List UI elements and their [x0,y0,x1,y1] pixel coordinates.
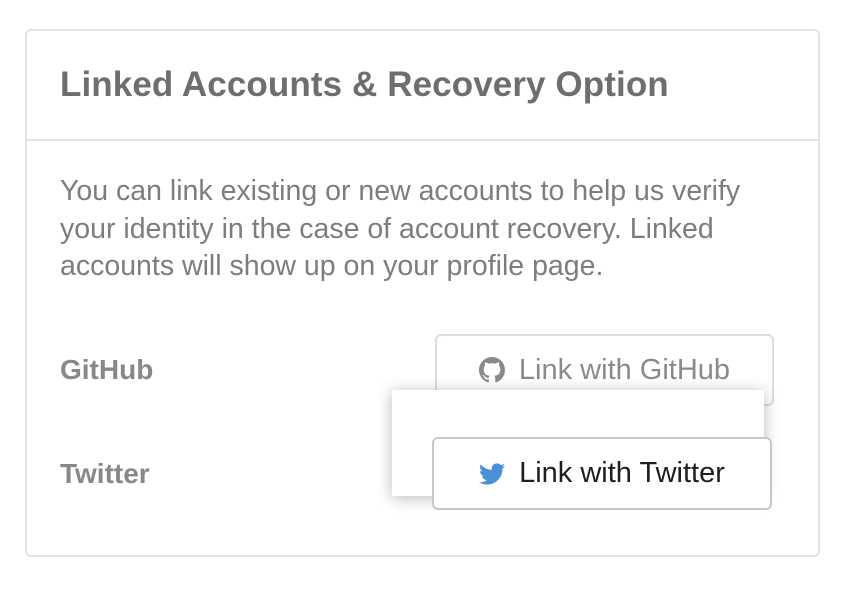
link-github-label: Link with GitHub [518,353,731,386]
card-description: You can link existing or new accounts to… [60,175,741,282]
link-twitter-label: Link with Twitter [519,457,725,489]
card-title: Linked Accounts & Recovery Option [60,65,669,104]
twitter-label: Twitter [60,458,150,489]
card-header: Linked Accounts & Recovery Option [27,31,818,141]
link-twitter-button[interactable]: Link with Twitter [432,437,772,510]
twitter-icon [479,461,506,487]
github-icon [478,357,505,383]
github-label: GitHub [60,354,154,385]
